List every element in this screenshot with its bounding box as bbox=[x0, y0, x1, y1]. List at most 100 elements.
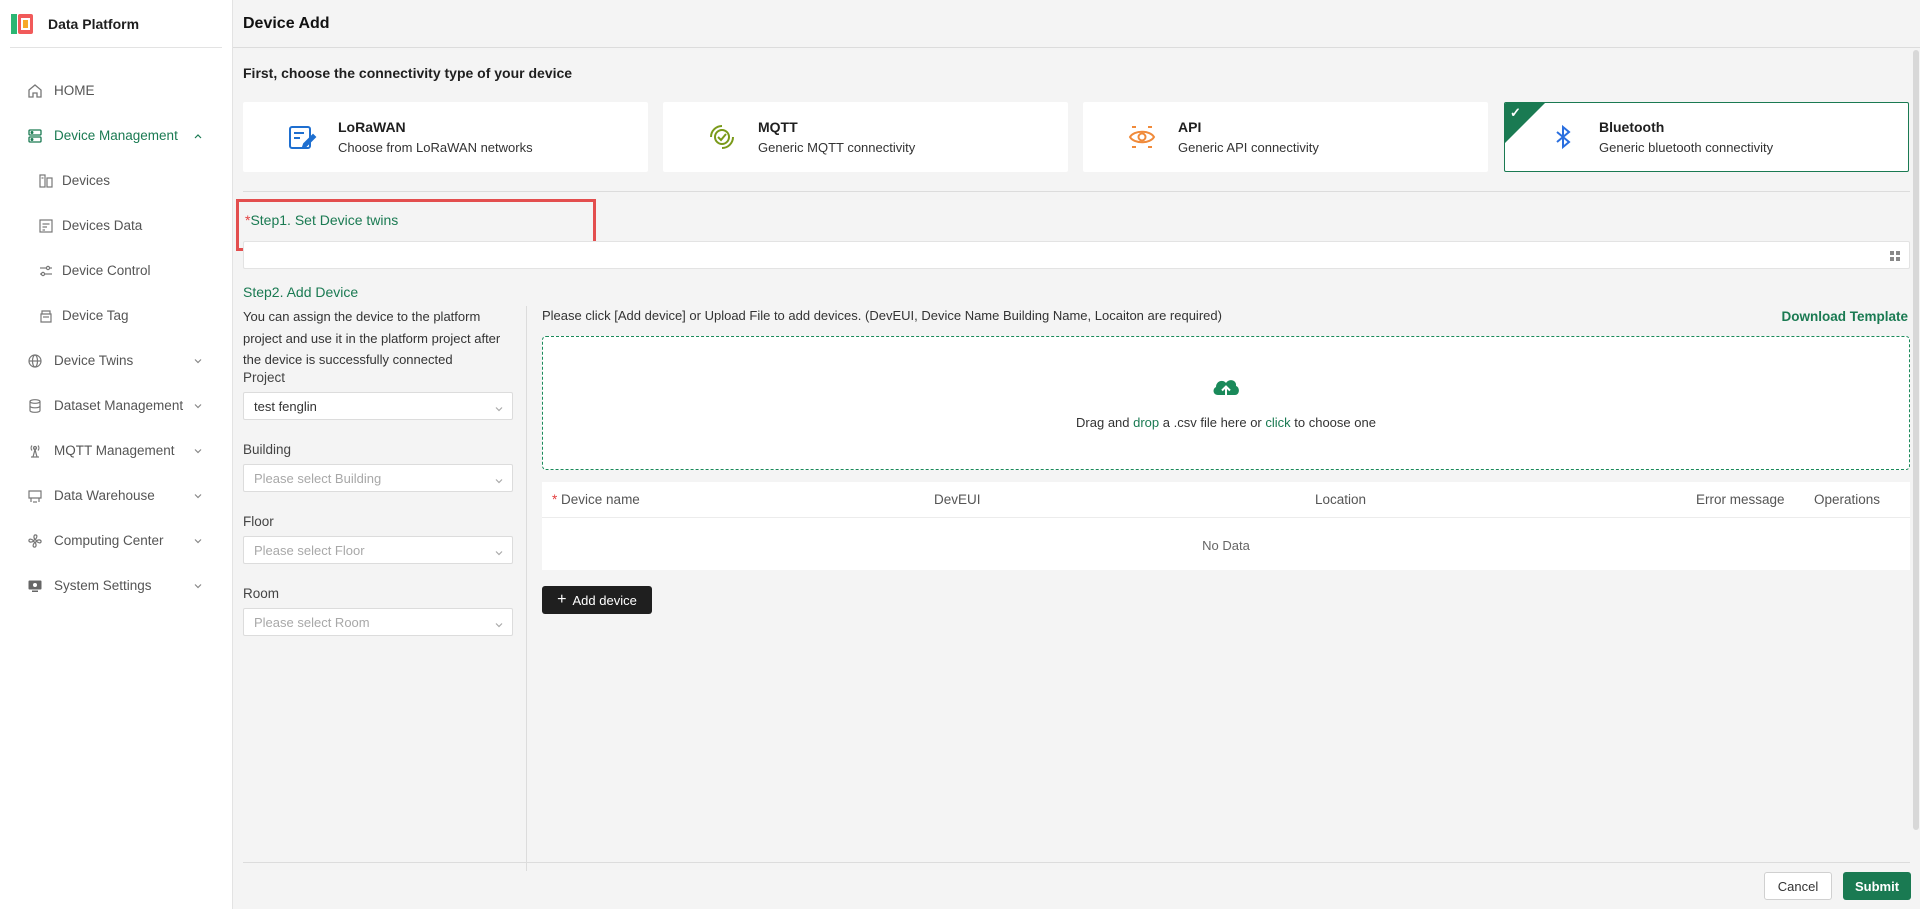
sidebar-item-label: Computing Center bbox=[54, 533, 164, 548]
chevron-down-icon bbox=[192, 445, 204, 457]
cloud-upload-icon bbox=[1210, 375, 1242, 401]
chevron-down-icon bbox=[192, 400, 204, 412]
dropzone-text-part: Drag and bbox=[1076, 415, 1134, 430]
chevron-down-icon bbox=[494, 402, 504, 412]
sidebar-item-device-twins[interactable]: Device Twins bbox=[0, 338, 232, 383]
building-select[interactable]: Please select Building bbox=[243, 464, 513, 492]
room-select[interactable]: Please select Room bbox=[243, 608, 513, 636]
chevron-down-icon bbox=[192, 490, 204, 502]
monitor-icon bbox=[26, 577, 44, 595]
sidebar-item-device-tag[interactable]: Device Tag bbox=[0, 293, 232, 338]
connectivity-card-mqtt[interactable]: MQTT Generic MQTT connectivity bbox=[663, 102, 1068, 172]
dropzone-click-link[interactable]: click bbox=[1265, 415, 1290, 430]
sidebar-item-devices-data[interactable]: Devices Data bbox=[0, 203, 232, 248]
assign-panel: You can assign the device to the platfor… bbox=[243, 306, 527, 871]
chevron-down-icon bbox=[494, 618, 504, 628]
project-select[interactable]: test fenglin bbox=[243, 392, 513, 420]
sidebar-item-device-control[interactable]: Device Control bbox=[0, 248, 232, 293]
download-template-link[interactable]: Download Template bbox=[1781, 309, 1908, 324]
sidebar-item-home[interactable]: HOME bbox=[0, 68, 232, 113]
connectivity-card-text: API Generic API connectivity bbox=[1178, 119, 1319, 155]
footer-divider bbox=[243, 862, 1910, 863]
sidebar-item-label: MQTT Management bbox=[54, 443, 175, 458]
csv-upload-dropzone[interactable]: Drag and drop a .csv file here or click … bbox=[542, 336, 1910, 470]
connectivity-card-bluetooth[interactable]: ✓ Bluetooth Generic bluetooth connectivi… bbox=[1504, 102, 1909, 172]
add-device-label: Add device bbox=[572, 592, 637, 608]
sidebar-item-label: Device Control bbox=[62, 263, 151, 278]
tag-icon bbox=[38, 308, 54, 324]
room-label: Room bbox=[243, 586, 280, 601]
sidebar-item-label: HOME bbox=[54, 83, 95, 98]
chevron-down-icon bbox=[192, 535, 204, 547]
chevron-up-icon bbox=[192, 130, 204, 142]
sidebar-item-device-management[interactable]: Device Management bbox=[0, 113, 232, 158]
submit-button[interactable]: Submit bbox=[1843, 872, 1911, 900]
add-devices-instruction: Please click [Add device] or Upload File… bbox=[542, 308, 1222, 323]
sidebar-item-mqtt-management[interactable]: MQTT Management bbox=[0, 428, 232, 473]
brand[interactable]: Data Platform bbox=[10, 0, 222, 48]
column-device-name: * Device name bbox=[552, 492, 640, 507]
column-error-message: Error message bbox=[1696, 492, 1785, 507]
connectivity-card-subtitle: Choose from LoRaWAN networks bbox=[338, 140, 533, 155]
page-title: Device Add bbox=[243, 14, 330, 32]
devices-table: * Device name DevEUI Location Error mess… bbox=[542, 482, 1910, 570]
sidebar-item-system-settings[interactable]: System Settings bbox=[0, 563, 232, 608]
sidebar-nav: HOME Device Management Devices Devices D… bbox=[0, 48, 232, 608]
database-icon bbox=[26, 397, 44, 415]
sidebar-item-label: Devices bbox=[62, 173, 111, 188]
building-select-placeholder: Please select Building bbox=[254, 471, 382, 486]
connectivity-card-subtitle: Generic API connectivity bbox=[1178, 140, 1319, 155]
connectivity-card-lorawan[interactable]: LoRaWAN Choose from LoRaWAN networks bbox=[243, 102, 648, 172]
column-operations: Operations bbox=[1814, 492, 1881, 507]
checkmark-icon: ✓ bbox=[1510, 105, 1521, 120]
devices-icon bbox=[38, 173, 54, 189]
sidebar-item-label: Data Warehouse bbox=[54, 488, 155, 503]
scrollbar[interactable] bbox=[1912, 48, 1920, 908]
column-label: Device name bbox=[561, 492, 640, 507]
chevron-down-icon bbox=[192, 355, 204, 367]
connectivity-card-subtitle: Generic bluetooth connectivity bbox=[1599, 140, 1774, 155]
sidebar-item-label: System Settings bbox=[54, 578, 152, 593]
sidebar-item-data-warehouse[interactable]: Data Warehouse bbox=[0, 473, 232, 518]
dropzone-text: Drag and drop a .csv file here or click … bbox=[543, 415, 1909, 430]
cancel-button[interactable]: Cancel bbox=[1764, 872, 1832, 900]
main-area: Device Add First, choose the connectivit… bbox=[233, 0, 1920, 909]
dropzone-text-part: to choose one bbox=[1290, 415, 1376, 430]
column-location: Location bbox=[1315, 492, 1367, 507]
floor-label: Floor bbox=[243, 514, 274, 529]
sidebar-item-dataset-management[interactable]: Dataset Management bbox=[0, 383, 232, 428]
sidebar-item-label: Dataset Management bbox=[54, 398, 184, 413]
sidebar-item-label: Devices Data bbox=[62, 218, 143, 233]
home-icon bbox=[26, 82, 44, 100]
sidebar-item-computing-center[interactable]: Computing Center bbox=[0, 518, 232, 563]
project-select-value: test fenglin bbox=[254, 399, 317, 414]
sidebar: Data Platform HOME Device Management Dev… bbox=[0, 0, 233, 909]
connectivity-heading: First, choose the connectivity type of y… bbox=[243, 65, 573, 81]
assign-description: You can assign the device to the platfor… bbox=[243, 309, 501, 367]
device-twins-select[interactable] bbox=[243, 241, 1910, 269]
lorawan-icon bbox=[286, 121, 318, 153]
sidebar-item-label: Device Tag bbox=[62, 308, 129, 323]
warehouse-icon bbox=[26, 487, 44, 505]
server-icon bbox=[26, 127, 44, 145]
connectivity-card-api[interactable]: API Generic API connectivity bbox=[1083, 102, 1488, 172]
scrollbar-thumb[interactable] bbox=[1913, 50, 1919, 830]
connectivity-card-title: API bbox=[1178, 119, 1202, 135]
sidebar-item-devices[interactable]: Devices bbox=[0, 158, 232, 203]
floor-select[interactable]: Please select Floor bbox=[243, 536, 513, 564]
devices-data-icon bbox=[38, 218, 54, 234]
chevron-down-icon bbox=[494, 474, 504, 484]
sidebar-item-label: Device Twins bbox=[54, 353, 134, 368]
connectivity-card-text: MQTT Generic MQTT connectivity bbox=[758, 119, 915, 155]
add-device-button[interactable]: + Add device bbox=[542, 586, 652, 614]
sliders-icon bbox=[38, 263, 54, 279]
dropzone-text-part: a .csv file here or bbox=[1159, 415, 1266, 430]
connectivity-card-title: Bluetooth bbox=[1599, 119, 1665, 135]
connectivity-card-text: LoRaWAN Choose from LoRaWAN networks bbox=[338, 119, 533, 155]
chevron-down-icon bbox=[192, 580, 204, 592]
bluetooth-icon bbox=[1547, 121, 1579, 153]
api-eye-icon bbox=[1126, 121, 1158, 153]
brand-title: Data Platform bbox=[48, 15, 140, 32]
mqtt-icon bbox=[706, 121, 738, 153]
building-label: Building bbox=[243, 442, 292, 457]
